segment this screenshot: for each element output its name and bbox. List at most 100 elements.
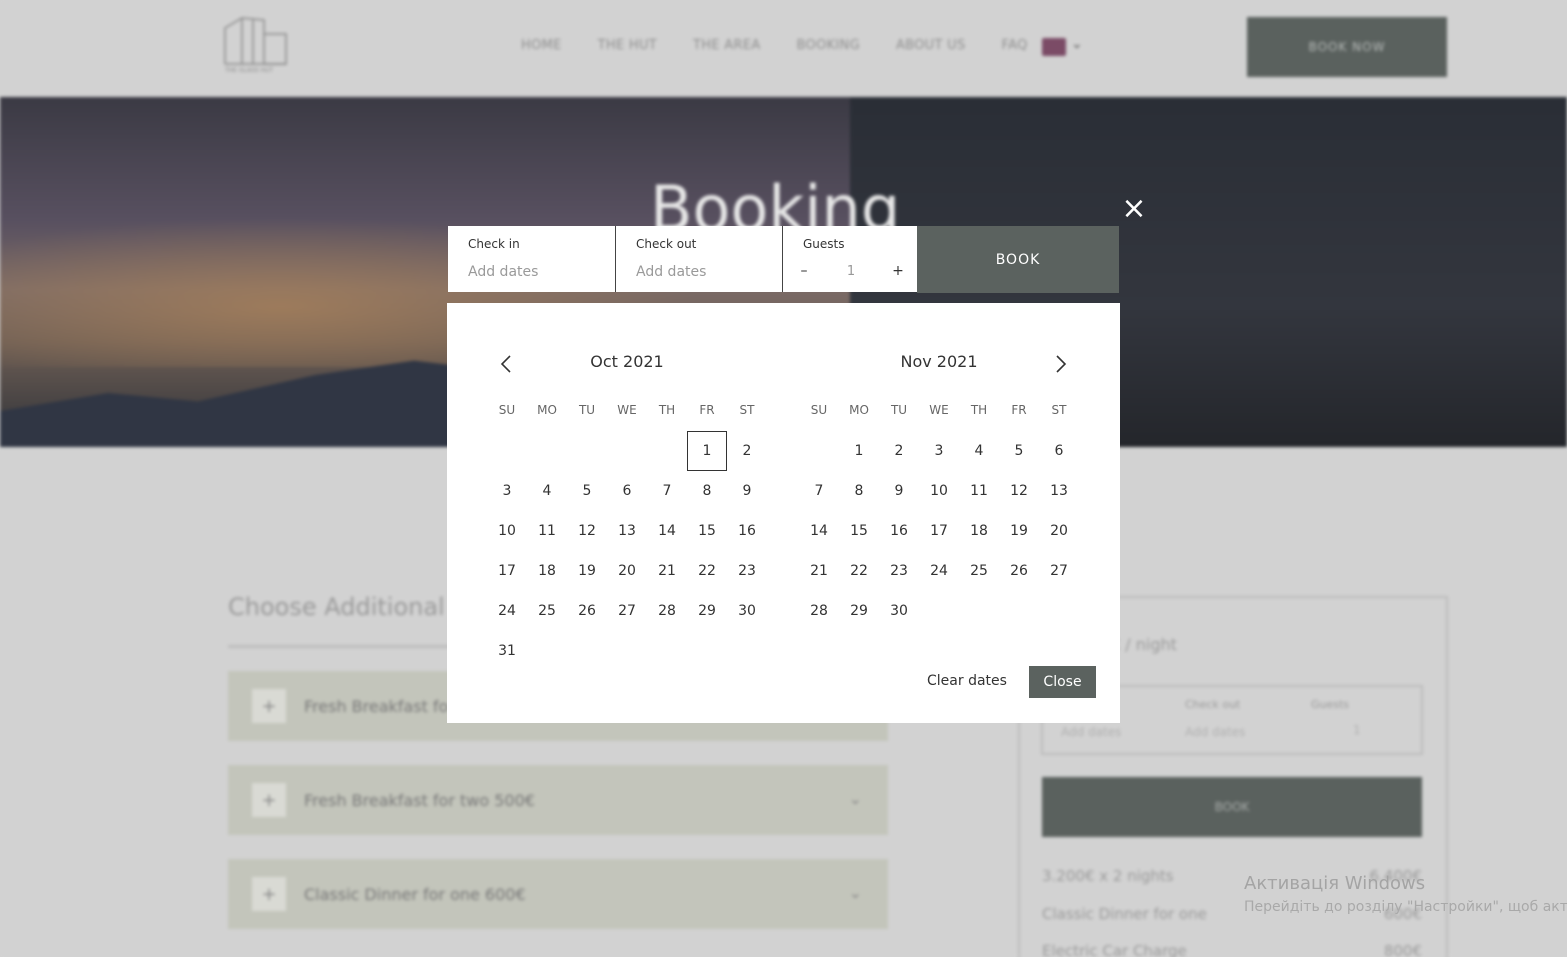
calendar-day[interactable]: 23 bbox=[879, 551, 919, 591]
check-out-placeholder[interactable]: Add dates bbox=[636, 264, 782, 280]
calendar-day[interactable]: 24 bbox=[919, 551, 959, 591]
calendar-day[interactable]: 24 bbox=[487, 591, 527, 631]
calendar-day[interactable]: 12 bbox=[567, 511, 607, 551]
nav-booking[interactable]: BOOKING bbox=[797, 38, 860, 53]
side-book-button[interactable]: BOOK bbox=[1042, 777, 1422, 837]
calendar-empty-cell bbox=[1039, 591, 1079, 631]
nav-faq[interactable]: FAQ bbox=[1002, 38, 1028, 53]
plus-icon[interactable]: + bbox=[891, 263, 905, 279]
service-item[interactable]: + Fresh Breakfast for two 500€ ⌄ bbox=[228, 765, 888, 835]
check-in-field[interactable]: Check in Add dates bbox=[448, 226, 615, 292]
calendar-day[interactable]: 23 bbox=[727, 551, 767, 591]
calendar-day[interactable]: 7 bbox=[647, 471, 687, 511]
windows-activation-title: Активація Windows bbox=[1244, 873, 1426, 894]
calendar-day[interactable]: 8 bbox=[839, 471, 879, 511]
chevron-down-icon[interactable]: ⌄ bbox=[849, 883, 862, 902]
calendar-day[interactable]: 25 bbox=[959, 551, 999, 591]
language-flag-icon[interactable] bbox=[1042, 38, 1066, 56]
calendar-day[interactable]: 4 bbox=[959, 431, 999, 471]
summary-row-label: 3.200€ x 2 nights bbox=[1042, 867, 1174, 885]
calendar-day[interactable]: 13 bbox=[1039, 471, 1079, 511]
calendar-day[interactable]: 25 bbox=[527, 591, 567, 631]
check-out-field[interactable]: Check out Add dates bbox=[615, 226, 782, 292]
calendar-day[interactable]: 15 bbox=[839, 511, 879, 551]
calendar-day[interactable]: 20 bbox=[607, 551, 647, 591]
calendar-day[interactable]: 18 bbox=[527, 551, 567, 591]
calendar-day[interactable]: 27 bbox=[607, 591, 647, 631]
plus-icon[interactable]: + bbox=[252, 877, 286, 911]
summary-row-label: Electric Car Charge bbox=[1042, 942, 1187, 957]
calendar-day[interactable]: 19 bbox=[567, 551, 607, 591]
month-title: Oct 2021 bbox=[590, 352, 664, 371]
plus-icon[interactable]: + bbox=[252, 689, 286, 723]
calendar-day[interactable]: 9 bbox=[727, 471, 767, 511]
calendar-day[interactable]: 27 bbox=[1039, 551, 1079, 591]
side-check-in-placeholder[interactable]: Add dates bbox=[1061, 725, 1121, 739]
calendar-day[interactable]: 2 bbox=[879, 431, 919, 471]
plus-icon[interactable]: + bbox=[252, 783, 286, 817]
calendar-day[interactable]: 5 bbox=[567, 471, 607, 511]
calendar-day[interactable]: 8 bbox=[687, 471, 727, 511]
calendar-day[interactable]: 10 bbox=[487, 511, 527, 551]
calendar-day[interactable]: 22 bbox=[687, 551, 727, 591]
calendar-day[interactable]: 5 bbox=[999, 431, 1039, 471]
calendar-day[interactable]: 16 bbox=[879, 511, 919, 551]
nav-the-area[interactable]: THE AREA bbox=[693, 38, 761, 53]
calendar-day[interactable]: 28 bbox=[647, 591, 687, 631]
calendar-day[interactable]: 1 bbox=[687, 431, 727, 471]
nav-the-hut[interactable]: THE HUT bbox=[598, 38, 657, 53]
calendar-day[interactable]: 4 bbox=[527, 471, 567, 511]
calendar-day[interactable]: 29 bbox=[687, 591, 727, 631]
calendar-day[interactable]: 11 bbox=[527, 511, 567, 551]
calendar-day[interactable]: 31 bbox=[487, 631, 527, 671]
clear-dates-button[interactable]: Clear dates bbox=[927, 673, 1007, 689]
calendar-day[interactable]: 20 bbox=[1039, 511, 1079, 551]
calendar-day[interactable]: 3 bbox=[919, 431, 959, 471]
calendar-day[interactable]: 16 bbox=[727, 511, 767, 551]
calendar-day[interactable]: 29 bbox=[839, 591, 879, 631]
calendar-empty-cell bbox=[959, 591, 999, 631]
nav-about-us[interactable]: ABOUT US bbox=[896, 38, 966, 53]
chevron-down-icon[interactable]: ⌄ bbox=[1071, 36, 1083, 52]
calendar-day[interactable]: 1 bbox=[839, 431, 879, 471]
calendar-day[interactable]: 22 bbox=[839, 551, 879, 591]
book-now-button[interactable]: BOOK NOW bbox=[1247, 17, 1447, 77]
book-button[interactable]: BOOK bbox=[917, 226, 1119, 293]
calendar-day[interactable]: 15 bbox=[687, 511, 727, 551]
weekday-label: TH bbox=[658, 403, 676, 417]
calendar-empty-cell bbox=[999, 591, 1039, 631]
calendar-day[interactable]: 18 bbox=[959, 511, 999, 551]
minus-icon[interactable]: – bbox=[797, 263, 811, 279]
calendar-day[interactable]: 19 bbox=[999, 511, 1039, 551]
calendar-day[interactable]: 7 bbox=[799, 471, 839, 511]
calendar-day[interactable]: 9 bbox=[879, 471, 919, 511]
calendar-day[interactable]: 26 bbox=[999, 551, 1039, 591]
calendar-day[interactable]: 21 bbox=[799, 551, 839, 591]
calendar-day[interactable]: 21 bbox=[647, 551, 687, 591]
calendar-day[interactable]: 6 bbox=[1039, 431, 1079, 471]
calendar-day[interactable]: 28 bbox=[799, 591, 839, 631]
calendar-day[interactable]: 30 bbox=[727, 591, 767, 631]
calendar-day[interactable]: 14 bbox=[799, 511, 839, 551]
side-check-out-placeholder[interactable]: Add dates bbox=[1185, 725, 1245, 739]
calendar-day[interactable]: 6 bbox=[607, 471, 647, 511]
calendar-day[interactable]: 13 bbox=[607, 511, 647, 551]
close-button[interactable]: Close bbox=[1029, 666, 1096, 698]
chevron-down-icon[interactable]: ⌄ bbox=[849, 789, 862, 808]
calendar-day[interactable]: 30 bbox=[879, 591, 919, 631]
weekday-label: ST bbox=[739, 403, 755, 417]
close-icon[interactable]: × bbox=[1120, 194, 1148, 224]
calendar-day[interactable]: 17 bbox=[919, 511, 959, 551]
calendar-day[interactable]: 3 bbox=[487, 471, 527, 511]
nav-home[interactable]: HOME bbox=[521, 38, 562, 53]
calendar-day[interactable]: 12 bbox=[999, 471, 1039, 511]
guests-field: Guests – 1 + bbox=[782, 226, 917, 292]
service-item[interactable]: + Classic Dinner for one 600€ ⌄ bbox=[228, 859, 888, 929]
calendar-day[interactable]: 11 bbox=[959, 471, 999, 511]
calendar-day[interactable]: 26 bbox=[567, 591, 607, 631]
calendar-day[interactable]: 14 bbox=[647, 511, 687, 551]
check-in-placeholder[interactable]: Add dates bbox=[468, 264, 615, 280]
calendar-day[interactable]: 2 bbox=[727, 431, 767, 471]
calendar-day[interactable]: 17 bbox=[487, 551, 527, 591]
calendar-day[interactable]: 10 bbox=[919, 471, 959, 511]
